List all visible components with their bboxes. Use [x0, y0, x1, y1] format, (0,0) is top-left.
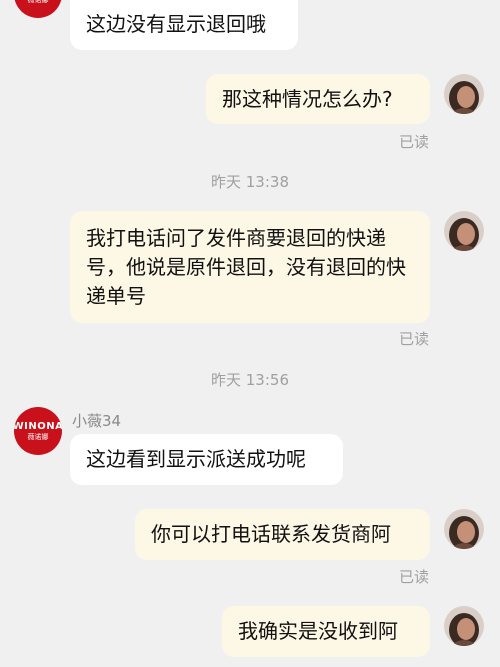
user-avatar[interactable]	[444, 74, 484, 114]
message-text: 我打电话问了发件商要退回的快递号，他说是原件退回，没有退回的快递单号	[86, 226, 406, 308]
read-receipt: 已读	[399, 568, 430, 586]
contact-avatar[interactable]: WINONA 薇诺娜	[14, 0, 62, 18]
read-receipt: 已读	[399, 330, 430, 348]
avatar-brand-text: WINONA	[14, 421, 62, 432]
message-bubble[interactable]: 那这种情况怎么办?	[206, 74, 430, 124]
message-text: 那这种情况怎么办?	[222, 87, 393, 111]
message-text: 这边看到显示派送成功呢	[86, 447, 306, 471]
message-text: 这边没有显示退回哦	[86, 12, 266, 36]
timestamp: 昨天 13:56	[211, 371, 289, 389]
user-avatar[interactable]	[444, 606, 484, 646]
message-bubble[interactable]: 你可以打电话联系发货商阿	[135, 509, 430, 560]
sender-name: 小薇34	[72, 412, 122, 430]
user-avatar[interactable]	[444, 509, 484, 549]
user-avatar-icon	[444, 211, 484, 251]
message-bubble[interactable]: 我打电话问了发件商要退回的快递号，他说是原件退回，没有退回的快递单号	[70, 211, 430, 323]
message-bubble[interactable]: 这边看到显示派送成功呢	[70, 434, 343, 485]
message-text: 你可以打电话联系发货商阿	[151, 522, 391, 546]
contact-avatar[interactable]: WINONA 薇诺娜	[14, 407, 62, 455]
user-avatar[interactable]	[444, 211, 484, 251]
user-avatar-icon	[444, 606, 484, 646]
message-text: 我确实是没收到阿	[238, 619, 398, 643]
timestamp: 昨天 13:38	[211, 173, 289, 191]
message-bubble[interactable]: 我确实是没收到阿	[222, 606, 430, 657]
user-avatar-icon	[444, 74, 484, 114]
message-bubble[interactable]: 这边没有显示退回哦	[70, 0, 298, 50]
avatar-brand-subtext: 薇诺娜	[27, 0, 49, 4]
read-receipt: 已读	[399, 133, 430, 151]
user-avatar-icon	[444, 509, 484, 549]
avatar-brand-subtext: 薇诺娜	[27, 433, 49, 441]
